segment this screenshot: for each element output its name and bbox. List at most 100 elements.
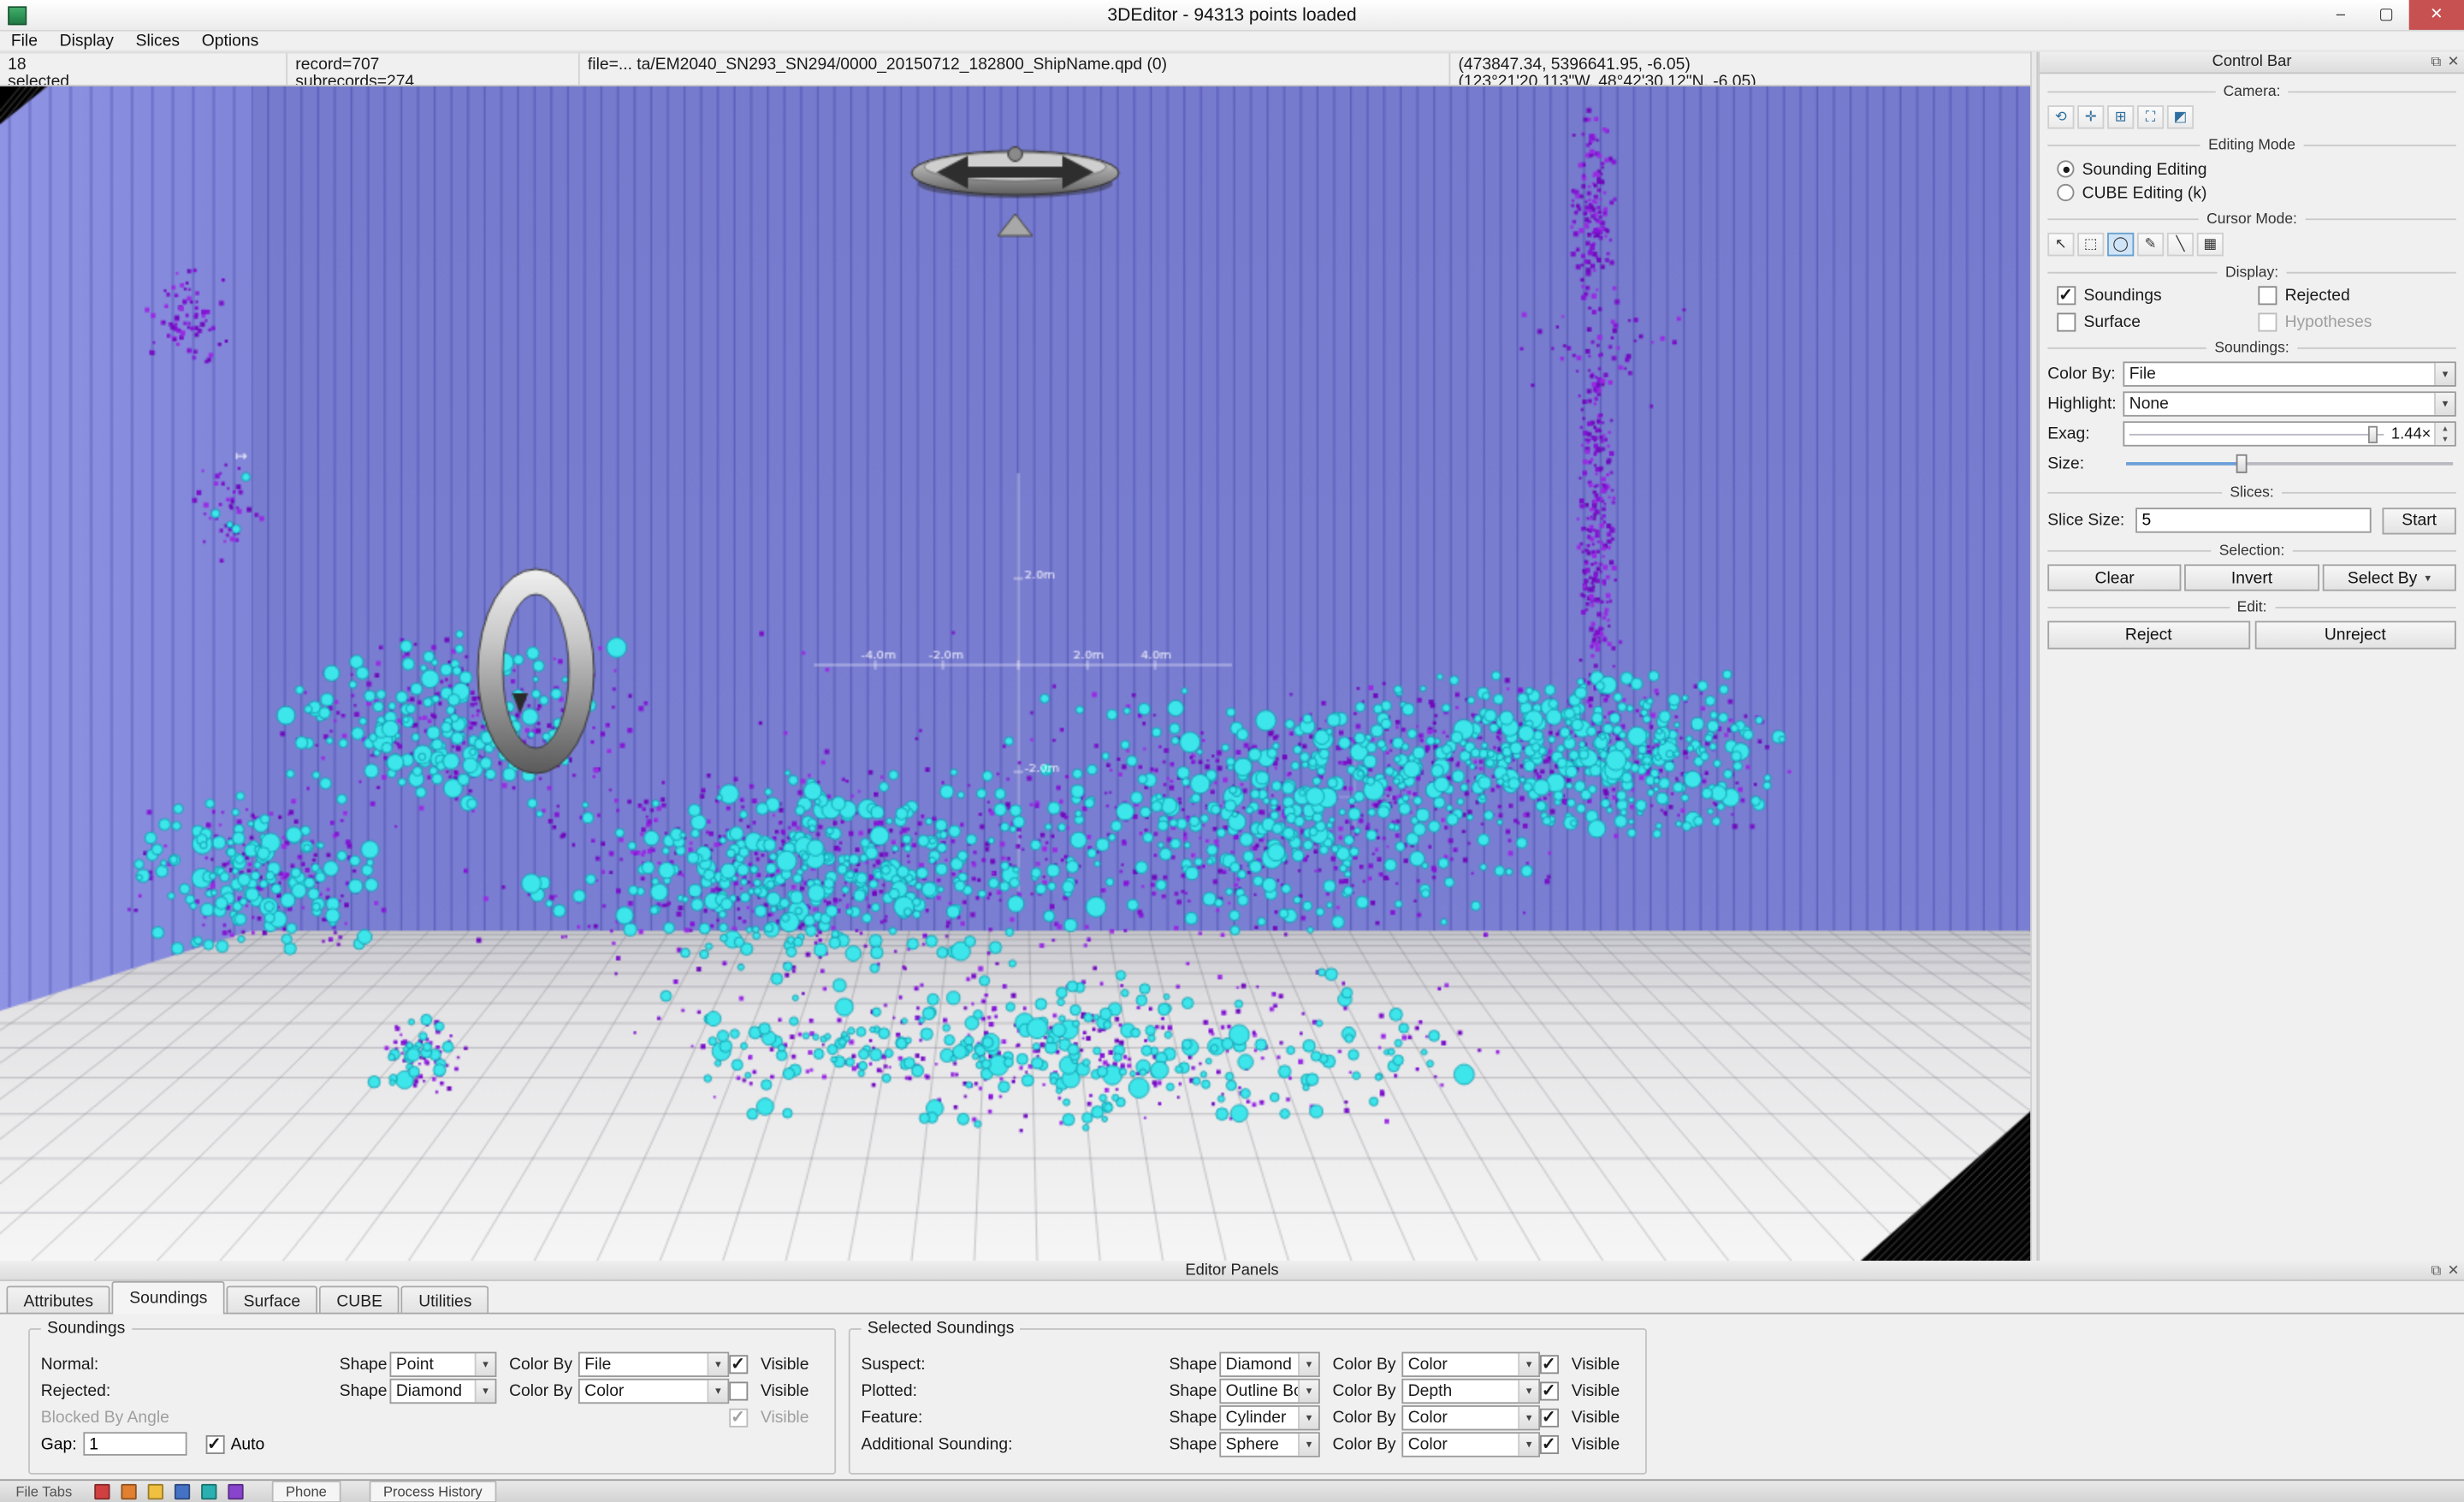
spinner-arrows-icon[interactable]: ▲▼ <box>2434 423 2455 445</box>
radio-sounding-editing[interactable]: Sounding Editing <box>2057 159 2455 180</box>
shape-select[interactable]: Diamond <box>1219 1351 1320 1376</box>
color-by-select[interactable]: File <box>2123 361 2455 386</box>
menu-slices[interactable]: Slices <box>125 32 191 50</box>
color-by-select[interactable]: File <box>578 1351 729 1376</box>
visible-checkbox[interactable] <box>1540 1381 1559 1400</box>
chevron-down-icon <box>708 1353 728 1375</box>
color-by-select[interactable]: Depth <box>1401 1378 1540 1403</box>
taskbar-app-icon[interactable] <box>228 1484 243 1499</box>
screen: 3DEditor - 94313 points loaded – ▢ ✕ Fil… <box>0 0 2464 1502</box>
color-by-select[interactable]: Color <box>1401 1351 1540 1376</box>
checkbox-icon[interactable] <box>2258 286 2277 305</box>
shape-select[interactable]: Diamond <box>390 1378 497 1403</box>
visible-checkbox[interactable] <box>1540 1434 1559 1453</box>
taskbar-app-icon[interactable] <box>94 1484 110 1499</box>
unreject-button[interactable]: Unreject <box>2254 621 2456 650</box>
close-icon[interactable]: ✕ <box>2448 53 2460 70</box>
pencil-select-icon[interactable]: ✎ <box>2137 233 2164 257</box>
menu-options[interactable]: Options <box>191 32 270 50</box>
radio-cube-editing[interactable]: CUBE Editing (k) <box>2057 182 2455 203</box>
taskbar-app-icon[interactable] <box>121 1484 136 1499</box>
row-label: Normal: <box>41 1354 340 1373</box>
radio-label: CUBE Editing (k) <box>2082 183 2207 202</box>
exag-value: 1.44× <box>2391 425 2431 442</box>
shape-select[interactable]: Outline Box <box>1219 1378 1320 1403</box>
status-coord-geo: (123°21'20.113"W, 48°42'30.12"N, -6.05) <box>1458 74 2027 85</box>
visible-label: Visible <box>1572 1408 1634 1427</box>
auto-checkbox[interactable] <box>205 1434 224 1453</box>
taskbar-window-process-history[interactable]: Process History <box>369 1481 496 1502</box>
panel-splitter[interactable] <box>2030 52 2038 1261</box>
color-by-label: Color By <box>1333 1408 1402 1427</box>
visible-checkbox[interactable] <box>729 1354 748 1373</box>
pointer-icon[interactable]: ↖ <box>2047 233 2074 257</box>
orbit-icon[interactable]: ⟲ <box>2047 105 2074 129</box>
tab-attributes[interactable]: Attributes <box>6 1285 110 1314</box>
check-soundings[interactable]: Soundings <box>2057 286 2258 305</box>
checkbox-icon[interactable] <box>2057 286 2076 305</box>
tab-utilities[interactable]: Utilities <box>401 1285 489 1314</box>
shape-select[interactable]: Sphere <box>1219 1431 1320 1456</box>
close-button[interactable]: ✕ <box>2409 0 2464 30</box>
taskbar-app-icon[interactable] <box>175 1484 190 1499</box>
rect-select-icon[interactable]: ⬚ <box>2077 233 2104 257</box>
clear-button[interactable]: Clear <box>2047 564 2182 591</box>
color-by-select[interactable]: Color <box>578 1378 729 1403</box>
tab-soundings[interactable]: Soundings <box>112 1281 225 1315</box>
visible-checkbox[interactable] <box>1540 1354 1559 1373</box>
select-by-button[interactable]: Select By ▾ <box>2322 564 2456 591</box>
size-slider[interactable] <box>2123 451 2455 476</box>
minimize-button[interactable]: – <box>2318 0 2363 30</box>
visible-checkbox[interactable] <box>729 1381 748 1400</box>
exag-spinbox[interactable]: 1.44× ▲▼ <box>2123 421 2455 446</box>
taskbar-app-icon[interactable] <box>147 1484 163 1499</box>
shape-select[interactable]: Cylinder <box>1219 1404 1320 1429</box>
viewport-3d[interactable] <box>0 86 2030 1261</box>
lasso-select-icon[interactable]: ◯ <box>2107 233 2134 257</box>
taskbar-app-icon[interactable] <box>201 1484 216 1499</box>
radio-icon[interactable] <box>2057 184 2074 201</box>
color-by-select[interactable]: Color <box>1401 1431 1540 1456</box>
close-icon[interactable]: ✕ <box>2448 1262 2460 1279</box>
checkbox-icon[interactable] <box>2057 313 2076 332</box>
zoom-window-icon[interactable]: ⊞ <box>2107 105 2134 129</box>
radio-icon[interactable] <box>2057 160 2074 177</box>
tab-surface[interactable]: Surface <box>226 1285 317 1314</box>
exag-slider-thumb[interactable] <box>2367 425 2377 442</box>
start-button[interactable]: Start <box>2382 507 2455 533</box>
view-plane-icon[interactable]: ◩ <box>2167 105 2194 129</box>
editor-panels-header[interactable]: Editor Panels ⧉ ✕ <box>0 1261 2464 1281</box>
fit-view-icon[interactable]: ⛶ <box>2137 105 2164 129</box>
point-cloud-canvas[interactable] <box>0 86 2030 1261</box>
slice-size-input[interactable] <box>2135 508 2372 532</box>
check-rejected[interactable]: Rejected <box>2258 286 2455 305</box>
highlight-select[interactable]: None <box>2123 391 2455 416</box>
control-bar-header[interactable]: Control Bar ⧉ ✕ <box>2040 52 2464 74</box>
pan-icon[interactable]: ✛ <box>2077 105 2104 129</box>
color-by-select[interactable]: Color <box>1401 1404 1540 1429</box>
exag-slider-track[interactable] <box>2129 433 2384 435</box>
tab-cube[interactable]: CUBE <box>319 1285 400 1314</box>
row-label: Feature: <box>862 1408 1170 1427</box>
check-surface[interactable]: Surface <box>2057 313 2258 332</box>
menu-file[interactable]: File <box>0 32 49 50</box>
invert-button[interactable]: Invert <box>2185 564 2319 591</box>
chevron-down-icon <box>2434 393 2455 415</box>
visible-checkbox[interactable] <box>1540 1408 1559 1427</box>
gap-label: Gap: <box>41 1434 77 1453</box>
taskbar-window-phone[interactable]: Phone <box>271 1481 341 1502</box>
slider-thumb[interactable] <box>2236 454 2248 473</box>
color-by-label: Color By <box>1333 1434 1402 1453</box>
color-by-label: Color By <box>509 1381 578 1400</box>
shape-select[interactable]: Point <box>390 1351 497 1376</box>
float-icon[interactable]: ⧉ <box>2431 53 2441 70</box>
status-bar: 18 selected record=707 subrecords=274 fi… <box>0 52 2035 86</box>
chevron-down-icon <box>1518 1353 1538 1375</box>
reject-button[interactable]: Reject <box>2047 621 2249 650</box>
maximize-button[interactable]: ▢ <box>2363 0 2408 30</box>
menu-display[interactable]: Display <box>49 32 125 50</box>
line-select-icon[interactable]: ╲ <box>2167 233 2194 257</box>
float-icon[interactable]: ⧉ <box>2431 1262 2441 1279</box>
grid-select-icon[interactable]: ▦ <box>2197 233 2224 257</box>
gap-input[interactable] <box>83 1432 187 1456</box>
